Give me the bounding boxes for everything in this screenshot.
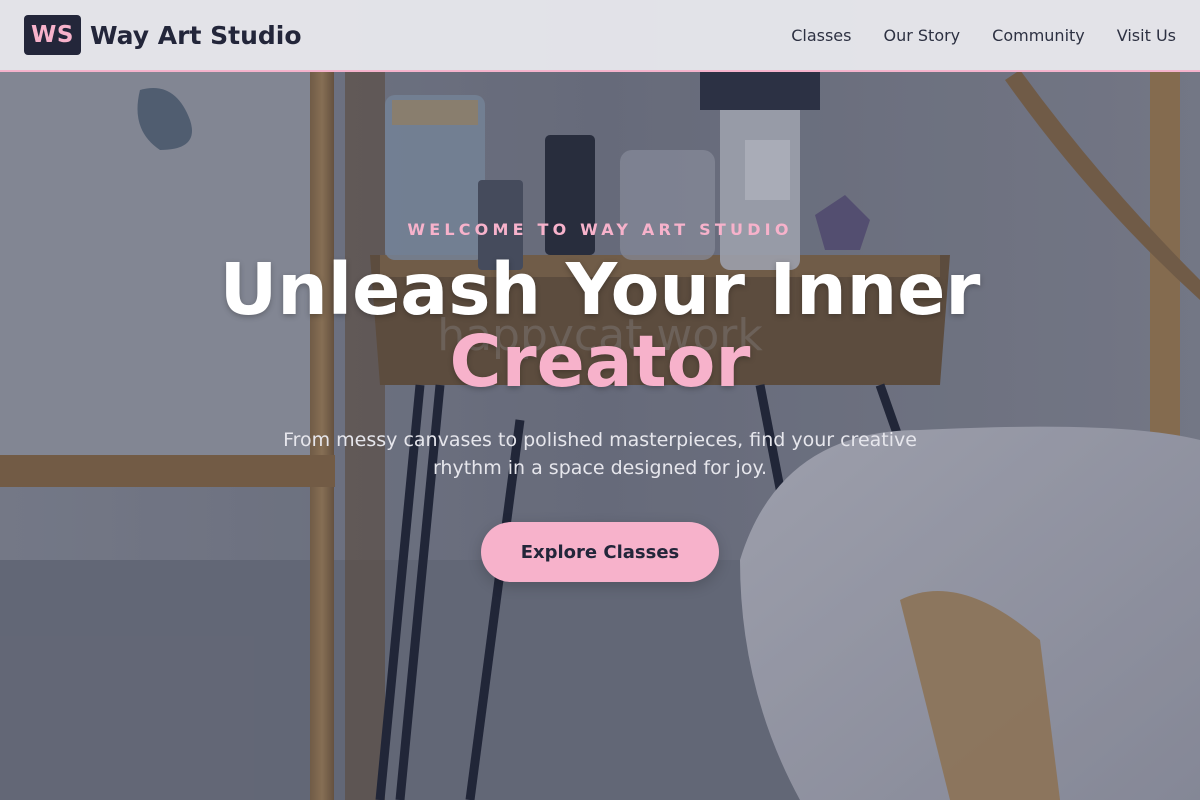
nav-link-classes[interactable]: Classes bbox=[791, 26, 851, 45]
nav-links: Classes Our Story Community Visit Us bbox=[791, 26, 1176, 45]
hero-eyebrow: WELCOME TO WAY ART STUDIO bbox=[407, 220, 793, 239]
brand-logo-link[interactable]: WS Way Art Studio bbox=[24, 15, 302, 55]
hero-headline-accent: Creator bbox=[449, 320, 751, 403]
brand-name: Way Art Studio bbox=[90, 20, 302, 50]
nav-link-our-story[interactable]: Our Story bbox=[883, 26, 960, 45]
hero-headline-line1: Unleash Your Inner bbox=[219, 248, 981, 331]
page: happycat.work WS Way Art Studio Classes … bbox=[0, 0, 1200, 800]
hero-subtitle: From messy canvases to polished masterpi… bbox=[283, 429, 917, 479]
explore-classes-button[interactable]: Explore Classes bbox=[481, 522, 719, 582]
hero-section: WELCOME TO WAY ART STUDIO Unleash Your I… bbox=[0, 72, 1200, 800]
hero-headline: Unleash Your Inner Creator bbox=[0, 254, 1200, 398]
nav-link-community[interactable]: Community bbox=[992, 26, 1085, 45]
logo-mark: WS bbox=[24, 15, 81, 55]
nav-link-visit-us[interactable]: Visit Us bbox=[1117, 26, 1176, 45]
top-nav-bar: WS Way Art Studio Classes Our Story Comm… bbox=[0, 0, 1200, 72]
